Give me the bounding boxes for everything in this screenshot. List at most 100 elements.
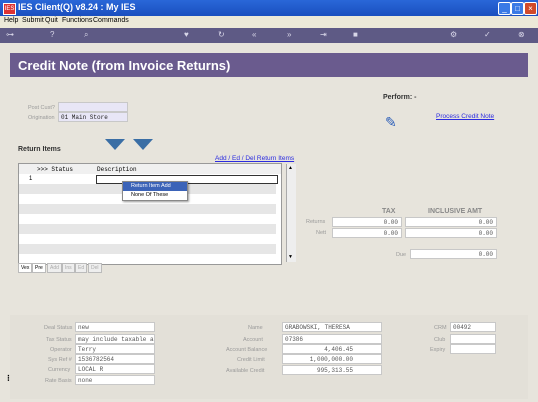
down-arrow-icon-right [133, 139, 153, 150]
post-cust-label: Post Cust? [28, 105, 55, 111]
credit-limit-label: Credit Limit [237, 357, 265, 363]
expiry-field [450, 344, 496, 354]
crm-field: 00492 [450, 322, 496, 332]
nett-label: Nett [316, 230, 327, 236]
side-marker-icon: ⁝ [7, 373, 10, 383]
tax-status-field: may include taxable a [75, 334, 155, 344]
maximize-button[interactable]: □ [511, 2, 524, 15]
title-bar: IES IES Client(Q) v8.24 : My IES _ □ × [0, 0, 538, 16]
page-header: Credit Note (from Invoice Returns) [10, 53, 528, 77]
refresh-icon[interactable]: ↻ [218, 30, 225, 39]
page-title: Credit Note (from Invoice Returns) [18, 58, 231, 73]
club-label: Club [434, 337, 446, 343]
down-arrows-icon [105, 139, 153, 150]
sys-ref-field: 1536782564 [75, 354, 155, 364]
account-field: 07386 [282, 334, 382, 344]
end-icon[interactable]: ⇥ [320, 30, 327, 39]
scroll-down-icon[interactable]: ▼ [288, 254, 293, 260]
rewind-icon[interactable]: « [252, 30, 256, 39]
down-arrow-icon-left [105, 139, 125, 150]
return-items-grid[interactable]: >>> Status Description 1 ▲ ▼ [18, 163, 296, 265]
tab-add[interactable]: Add [47, 263, 62, 273]
cancel-icon[interactable]: ⊗ [518, 30, 525, 39]
process-icon[interactable]: ✎ [385, 114, 399, 130]
due-label: Due [396, 252, 407, 258]
app-icon: IES [3, 3, 16, 15]
origination-label: Origination [28, 115, 55, 121]
menu-quit[interactable]: Quit [45, 17, 58, 24]
gear-icon[interactable]: ⚙ [450, 30, 457, 39]
menu-bar: Help Submit Quit Functions Commands [0, 16, 538, 28]
menu-help[interactable]: Help [4, 17, 18, 24]
sys-ref-label: Sys Ref # [48, 357, 72, 363]
stop-icon[interactable]: ■ [353, 30, 358, 39]
deal-status-label: Deal Status [44, 325, 73, 331]
table-row[interactable] [19, 224, 276, 234]
expiry-label: Expiry [430, 347, 446, 353]
available-credit-field: 995,313.55 [282, 365, 382, 375]
search-icon[interactable]: ⌕ [84, 30, 88, 40]
table-row[interactable] [19, 204, 276, 214]
crm-label: CRM [434, 325, 447, 331]
window-title: IES Client(Q) v8.24 : My IES [18, 2, 136, 12]
operator-label: Operator [50, 347, 72, 353]
context-item-return-item-add[interactable]: Return Item Add [123, 182, 187, 191]
context-item-none[interactable]: None Of These [123, 191, 187, 200]
tab-ed[interactable]: Ed [75, 263, 88, 273]
row-number: 1 [29, 176, 33, 182]
origination-field[interactable]: 01 Main Store [58, 112, 128, 122]
tab-ins[interactable]: Ins [62, 263, 75, 273]
rate-basis-label: Rate Basis [45, 378, 72, 384]
operator-field: Terry [75, 344, 155, 354]
return-items-title: Return Items [18, 146, 61, 153]
tax-status-label: Tax Status [46, 337, 72, 343]
credit-limit-field: 1,000,000.00 [282, 354, 382, 364]
post-cust-field[interactable] [58, 102, 128, 112]
heart-icon[interactable]: ♥ [184, 30, 189, 39]
currency-label: Currency [48, 367, 71, 373]
grid-scrollbar[interactable]: ▲ ▼ [286, 164, 296, 262]
returns-label: Returns [306, 219, 326, 225]
due-field: 0.00 [410, 249, 497, 259]
rate-basis-field: none [75, 375, 155, 385]
name-label: Name [248, 325, 263, 331]
grid-header: >>> Status Description [19, 164, 281, 174]
forward-icon[interactable]: » [287, 30, 291, 39]
table-row[interactable] [19, 214, 276, 224]
menu-submit[interactable]: Submit [22, 17, 44, 24]
tab-del[interactable]: Del [88, 263, 102, 273]
nett-amt-field: 0.00 [405, 228, 497, 238]
returns-tax-field: 0.00 [332, 217, 402, 227]
help-icon[interactable]: ? [50, 30, 54, 39]
account-balance-field: 4,406.45 [282, 344, 382, 354]
close-button[interactable]: × [524, 2, 537, 15]
deal-status-field: new [75, 322, 155, 332]
account-balance-label: Account Balance [226, 347, 268, 353]
account-label: Account [243, 337, 263, 343]
tab-pre[interactable]: Pre [32, 263, 46, 273]
menu-functions[interactable]: Functions [62, 17, 92, 24]
perform-label: Perform: - [383, 94, 417, 101]
nett-tax-field: 0.00 [332, 228, 402, 238]
process-credit-note-link[interactable]: Process Credit Note [436, 113, 494, 120]
context-menu: Return Item Add None Of These [122, 181, 188, 201]
minimize-button[interactable]: _ [498, 2, 511, 15]
currency-field: LOCAL R [75, 364, 155, 374]
add-return-items-link[interactable]: Add / Ed / Del Return Items [215, 155, 294, 162]
returns-amt-field: 0.00 [405, 217, 497, 227]
table-row[interactable] [19, 244, 276, 254]
available-credit-label: Available Credit [226, 368, 265, 374]
inclusive-header: INCLUSIVE AMT [428, 208, 483, 215]
key-icon[interactable]: ⊶ [6, 30, 14, 39]
tab-vex[interactable]: Vex [18, 263, 33, 273]
col-description: Description [97, 166, 137, 173]
scroll-up-icon[interactable]: ▲ [288, 165, 293, 171]
toolbar: ⊶ ? ⌕ ♥ ↻ « » ⇥ ■ ⚙ ✓ ⊗ [0, 28, 538, 43]
name-field: GRABOWSKI, THERESA [282, 322, 382, 332]
table-row[interactable] [19, 234, 276, 244]
club-field [450, 334, 496, 344]
tax-header: TAX [382, 208, 396, 215]
menu-commands[interactable]: Commands [93, 17, 129, 24]
col-status: >>> Status [37, 166, 74, 173]
check-icon[interactable]: ✓ [484, 30, 491, 39]
